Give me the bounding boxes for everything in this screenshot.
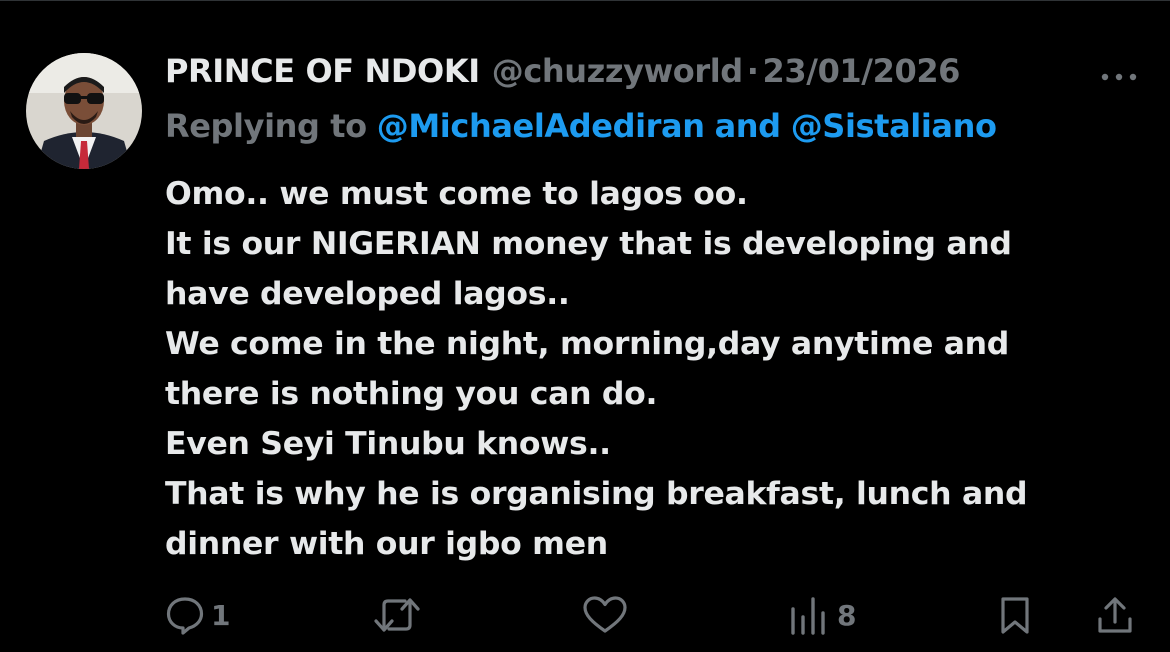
- bookmark-icon: [1001, 597, 1029, 634]
- tweet-content: PRINCE OF NDOKI @chuzzyworld · 23/01/202…: [165, 49, 1137, 569]
- tweet[interactable]: PRINCE OF NDOKI @chuzzyworld · 23/01/202…: [0, 0, 1170, 652]
- replying-to: Replying to @MichaelAdediran and @Sistal…: [165, 101, 1125, 151]
- share-upload-icon: [1098, 597, 1132, 633]
- tweet-text-line: We come in the night, morning,day anytim…: [165, 326, 1010, 362]
- more-horizontal-icon: [1101, 73, 1137, 81]
- tweet-header: PRINCE OF NDOKI @chuzzyworld · 23/01/202…: [165, 49, 1125, 93]
- tweet-text-line: have developed lagos..: [165, 276, 570, 312]
- replying-and: and: [714, 107, 781, 145]
- bookmark-button[interactable]: [995, 591, 1035, 639]
- replying-user-link[interactable]: @MichaelAdediran: [377, 107, 705, 145]
- tweet-text: Omo.. we must come to lagos oo. It is ou…: [165, 169, 1125, 569]
- more-options-button[interactable]: [1095, 57, 1145, 87]
- tweet-text-line: Omo.. we must come to lagos oo.: [165, 176, 748, 212]
- tweet-text-line: dinner with our igbo men: [165, 526, 608, 562]
- share-button[interactable]: [1095, 591, 1135, 639]
- views-count: 8: [837, 598, 857, 632]
- tweet-text-line: It is our NIGERIAN money that is develop…: [165, 226, 1012, 262]
- like-button[interactable]: [582, 591, 628, 639]
- avatar[interactable]: [26, 53, 142, 169]
- action-bar: 1 8: [165, 591, 1145, 641]
- comment-bubble-icon: [166, 597, 204, 635]
- repost-button[interactable]: [371, 591, 423, 639]
- heart-icon: [583, 596, 627, 633]
- bar-chart-icon: [791, 597, 825, 635]
- author-handle[interactable]: @chuzzyworld: [492, 52, 743, 90]
- reply-button[interactable]: 1: [165, 591, 230, 639]
- separator: ·: [746, 52, 759, 90]
- views-button[interactable]: 8: [787, 591, 856, 639]
- tweet-text-line: Even Seyi Tinubu knows..: [165, 426, 611, 462]
- reply-count: 1: [211, 598, 231, 632]
- author-name[interactable]: PRINCE OF NDOKI: [165, 52, 480, 90]
- repost-arrows-icon: [374, 598, 420, 632]
- tweet-date[interactable]: 23/01/2026: [763, 52, 961, 90]
- avatar-image: [26, 53, 142, 169]
- replying-user-link[interactable]: @Sistaliano: [791, 107, 997, 145]
- tweet-text-line: there is nothing you can do.: [165, 376, 658, 412]
- replying-prefix: Replying to: [165, 107, 367, 145]
- tweet-text-line: That is why he is organising breakfast, …: [165, 476, 1028, 512]
